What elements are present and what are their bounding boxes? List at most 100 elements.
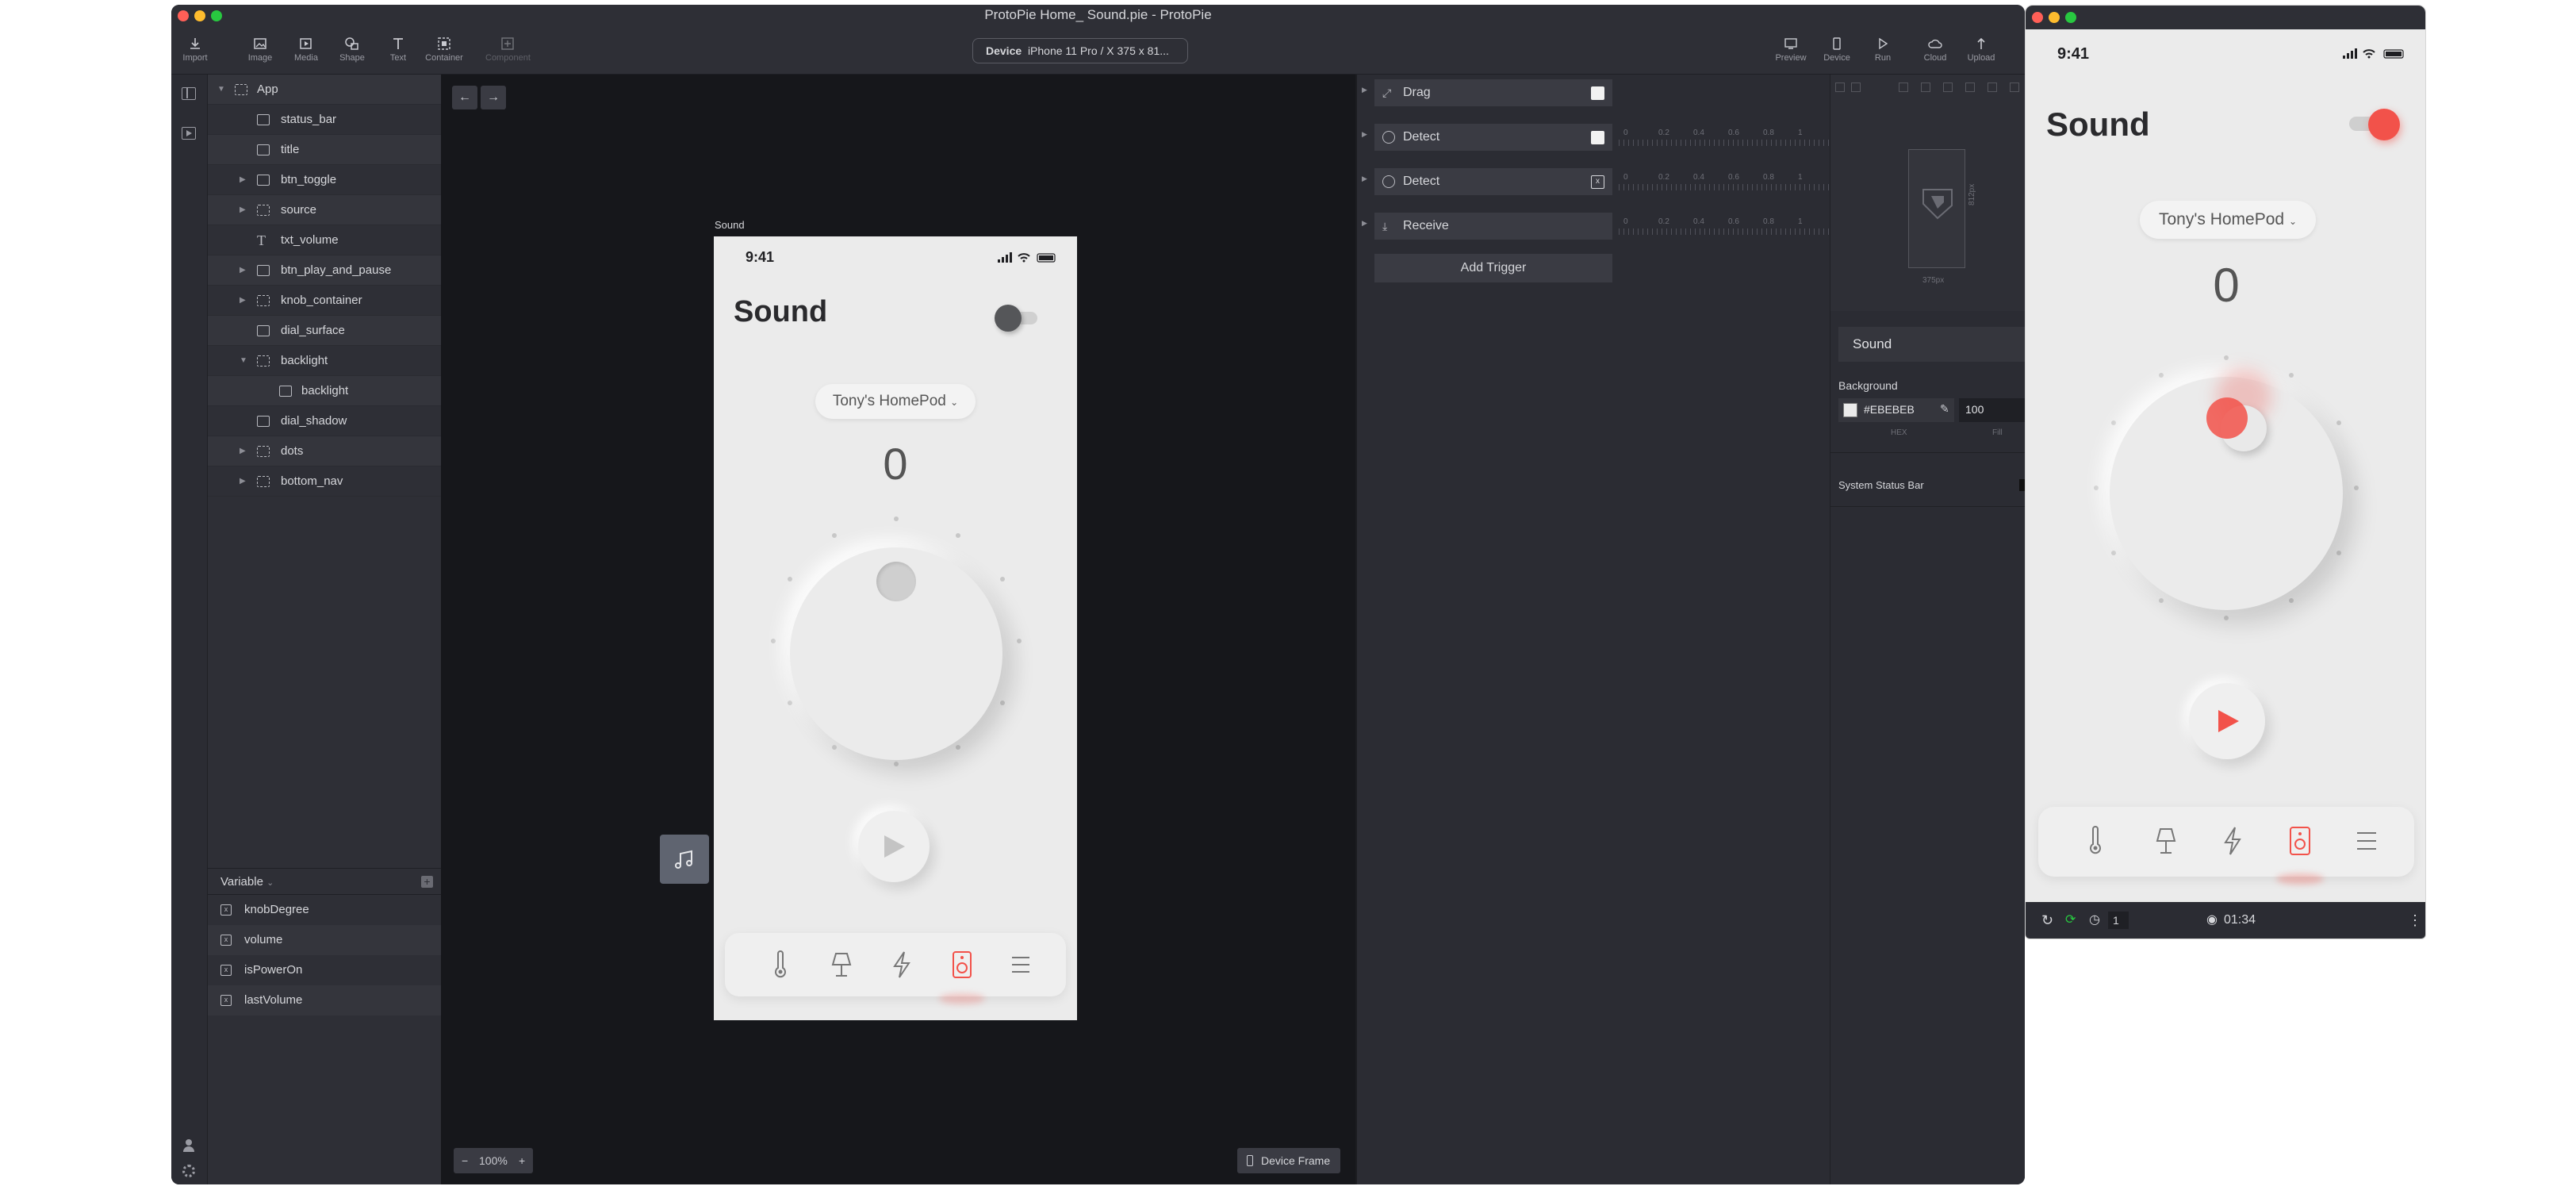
forward-arrow-button[interactable]: → — [481, 86, 506, 109]
trigger-receive[interactable]: ⤓ Receive — [1374, 213, 1612, 240]
collapsed-arrow-icon[interactable]: ▶ — [1362, 219, 1367, 228]
media-button[interactable]: Media — [284, 36, 328, 63]
eyedropper-icon[interactable]: ✎ — [1940, 402, 1949, 416]
lamp-icon[interactable] — [2154, 826, 2178, 856]
settings-gear-icon[interactable] — [182, 1165, 195, 1177]
color-swatch[interactable] — [1843, 403, 1857, 417]
layer-row[interactable]: ▶ dots — [208, 436, 441, 466]
layers-panel-icon[interactable] — [182, 87, 196, 100]
scene-name-field[interactable]: Sound — [1838, 327, 2025, 362]
source-dropdown[interactable]: Tony's HomePod ⌄ — [815, 384, 976, 419]
add-trigger-button[interactable]: Add Trigger — [1374, 254, 1612, 282]
source-dropdown[interactable]: Tony's HomePod ⌄ — [2140, 201, 2316, 239]
expanded-arrow-icon[interactable]: ▼ — [217, 75, 225, 105]
collapsed-arrow-icon[interactable]: ▶ — [240, 195, 246, 225]
preview-phone[interactable]: 9:41 Sound Tony's HomePod ⌄ 0 — [2026, 29, 2425, 904]
layer-row[interactable]: ▶ knob_container — [208, 286, 441, 316]
layer-row[interactable]: T txt_volume — [208, 225, 441, 255]
lightning-icon[interactable] — [2222, 826, 2243, 856]
phone-scene[interactable]: 9:41 Sound Tony's HomePod ⌄ 0 — [714, 236, 1077, 1020]
trigger-detect[interactable]: Detect — [1374, 124, 1612, 151]
clock-icon[interactable]: ◷ — [2089, 902, 2100, 939]
power-toggle[interactable] — [995, 305, 1037, 332]
layer-row[interactable]: ▶ source — [208, 195, 441, 225]
collapsed-arrow-icon[interactable]: ▶ — [240, 165, 246, 195]
account-icon[interactable] — [182, 1139, 195, 1152]
layer-row[interactable]: ▶ btn_toggle — [208, 165, 441, 195]
variable-icon[interactable]: x — [1591, 175, 1604, 189]
minimize-window-button[interactable] — [2049, 12, 2060, 23]
close-window-button[interactable] — [2032, 12, 2043, 23]
background-hex-field[interactable]: #EBEBEB ✎ — [1838, 398, 1954, 422]
device-frame-button[interactable]: Device Frame — [1237, 1148, 1340, 1173]
variable-row[interactable]: x lastVolume — [208, 985, 441, 1015]
trigger-checkbox[interactable] — [1591, 86, 1604, 100]
component-button[interactable]: Component — [485, 36, 531, 63]
collapsed-arrow-icon[interactable]: ▶ — [240, 436, 246, 466]
thermometer-icon[interactable] — [2087, 826, 2103, 856]
reload-icon[interactable]: ↻ — [2041, 902, 2053, 939]
import-button[interactable]: Import — [173, 36, 217, 63]
knob-handle[interactable] — [876, 562, 916, 601]
container-button[interactable]: Container — [422, 36, 466, 63]
close-window-button[interactable] — [178, 10, 189, 21]
collapsed-arrow-icon[interactable]: ▶ — [1362, 175, 1367, 183]
layer-row[interactable]: title — [208, 135, 441, 165]
layer-row[interactable]: ▶ btn_play_and_pause — [208, 255, 441, 286]
zoom-in-button[interactable]: + — [519, 1148, 525, 1173]
collapsed-arrow-icon[interactable]: ▶ — [1362, 86, 1367, 94]
distribute-icon[interactable] — [1921, 83, 1930, 92]
menu-icon[interactable] — [1010, 955, 1031, 974]
minimize-window-button[interactable] — [194, 10, 205, 21]
collapsed-arrow-icon[interactable]: ▶ — [240, 286, 246, 316]
distribute-icon[interactable] — [1943, 83, 1953, 92]
zoom-out-button[interactable]: − — [462, 1148, 468, 1173]
trigger-checkbox[interactable] — [1591, 131, 1604, 144]
cloud-button[interactable]: Cloud — [1913, 36, 1957, 63]
sync-icon[interactable]: ⟳ — [2065, 902, 2076, 939]
layer-row[interactable]: ▶ bottom_nav — [208, 466, 441, 497]
speaker-icon[interactable] — [952, 950, 972, 979]
device-selector[interactable]: Device iPhone 11 Pro / X 375 x 81... — [972, 38, 1188, 63]
variable-section-header[interactable]: Variable ⌄ + — [208, 868, 441, 895]
upload-button[interactable]: Upload — [1959, 36, 2003, 63]
status-bar-checkbox[interactable] — [2019, 479, 2025, 491]
layer-row[interactable]: status_bar — [208, 105, 441, 135]
media-library-icon[interactable] — [182, 127, 196, 140]
distribute-icon[interactable] — [1988, 83, 1997, 92]
trigger-row[interactable]: ▶ ⤓ Receive 0 0.2 0.4 0.6 0.8 1 — [1357, 211, 1831, 255]
preview-button[interactable]: Preview — [1769, 36, 1813, 63]
zoom-window-button[interactable] — [2065, 12, 2076, 23]
trigger-drag[interactable]: ⤢ Drag — [1374, 79, 1612, 106]
collapsed-arrow-icon[interactable]: ▶ — [1362, 130, 1367, 139]
expanded-arrow-icon[interactable]: ▼ — [240, 346, 247, 376]
music-note-icon[interactable] — [660, 835, 709, 884]
play-pause-button[interactable] — [858, 811, 930, 882]
lightning-icon[interactable] — [891, 950, 912, 979]
play-pause-button[interactable] — [2189, 683, 2265, 759]
zoom-window-button[interactable] — [211, 10, 222, 21]
more-options-icon[interactable]: ⋮ — [2408, 902, 2422, 939]
back-arrow-button[interactable]: ← — [452, 86, 477, 109]
distribute-icon[interactable] — [1965, 83, 1975, 92]
speaker-icon[interactable] — [2289, 826, 2311, 856]
thermometer-icon[interactable] — [772, 950, 788, 979]
trigger-row[interactable]: ▶ Detect 0 0.2 0.4 0.6 0.8 1 — [1357, 122, 1831, 167]
variable-row[interactable]: x isPowerOn — [208, 955, 441, 985]
distribute-icon[interactable] — [1899, 83, 1908, 92]
layer-row[interactable]: dial_surface — [208, 316, 441, 346]
power-toggle[interactable] — [2349, 109, 2400, 140]
variable-row[interactable]: x volume — [208, 925, 441, 955]
layer-row[interactable]: ▼ backlight — [208, 346, 441, 376]
run-button[interactable]: Run — [1861, 36, 1905, 63]
shape-button[interactable]: Shape — [330, 36, 374, 63]
text-button[interactable]: Text — [376, 36, 420, 63]
trigger-detect[interactable]: Detect x — [1374, 168, 1612, 195]
layer-row[interactable]: dial_shadow — [208, 406, 441, 436]
canvas[interactable]: ← → Sound 9:41 Sound Tony's HomePod ⌄ 0 — [441, 75, 1355, 1184]
collapsed-arrow-icon[interactable]: ▶ — [240, 255, 246, 286]
speed-select[interactable]: 1 — [2108, 912, 2129, 929]
trigger-row[interactable]: ▶ Detect x 0 0.2 0.4 0.6 0.8 1 — [1357, 167, 1831, 211]
align-center-icon[interactable] — [1851, 83, 1861, 92]
collapsed-arrow-icon[interactable]: ▶ — [240, 466, 246, 497]
